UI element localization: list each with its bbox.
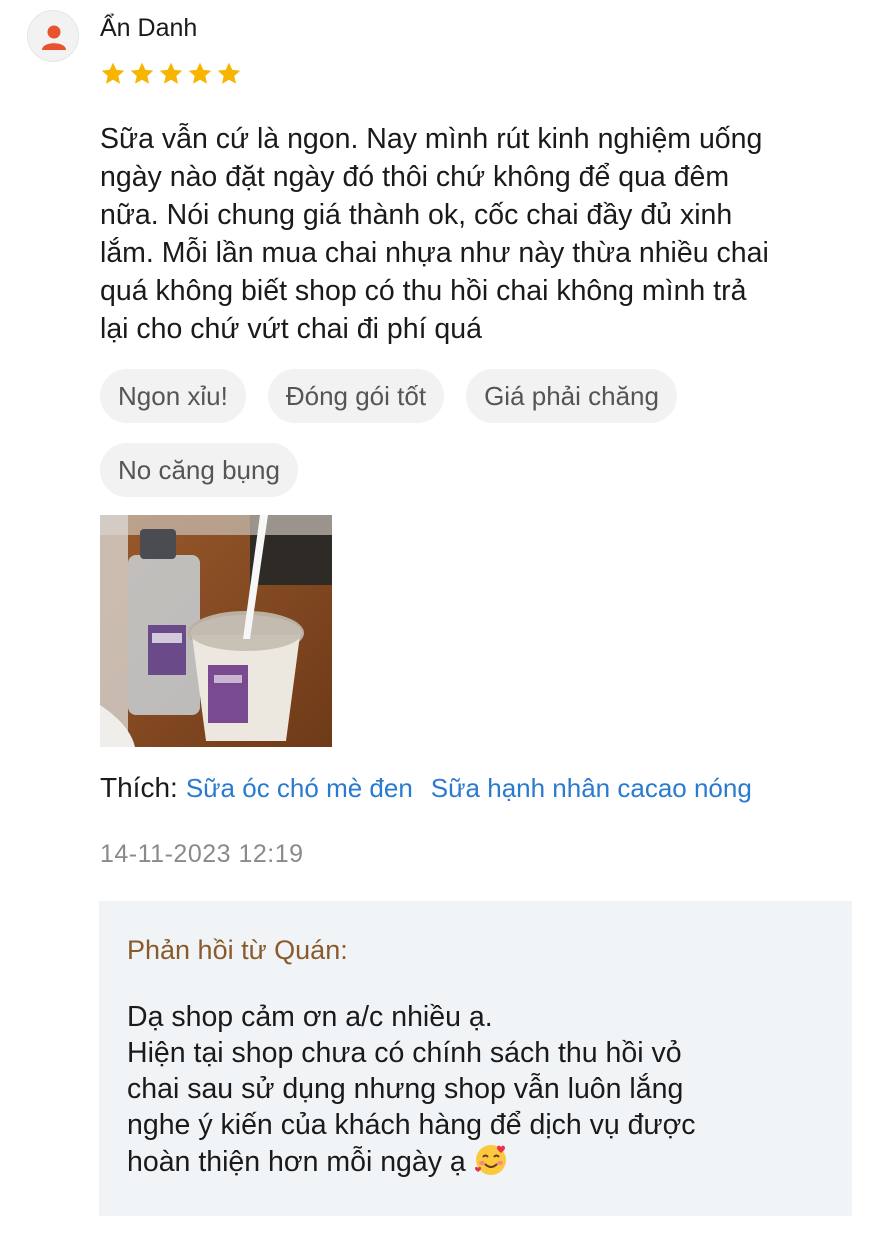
shop-reply: Phản hồi từ Quán: Dạ shop cảm ơn a/c nhi…: [99, 901, 852, 1216]
user-icon: [42, 25, 66, 50]
review-tag: No căng bụng: [100, 443, 298, 497]
star-icon: [188, 62, 212, 84]
liked-items-row: Thích: Sữa óc chó mè đen Sữa hạnh nhân cac…: [100, 772, 752, 804]
review-tag: Đóng gói tốt: [267, 369, 445, 423]
review-text: Sữa vẫn cứ là ngon. Nay mình rút kinh ng…: [100, 123, 769, 345]
review-tag: Giá phải chăng: [466, 369, 677, 423]
reply-body: Dạ shop cảm ơn a/c nhiều ạ. Hiện tại sho…: [127, 1001, 696, 1178]
star-icon: [217, 62, 241, 84]
review-timestamp: 14-11-2023 12:19: [100, 840, 304, 868]
reply-title: Phản hồi từ Quán:: [127, 935, 348, 965]
rating-stars: [100, 61, 242, 87]
star-icon: [101, 62, 125, 84]
avatar[interactable]: [27, 10, 79, 62]
review-photo[interactable]: [100, 515, 332, 747]
reply-text: Dạ shop cảm ơn a/c nhiều ạ. Hiện tại sho…: [127, 999, 827, 1186]
liked-item-link[interactable]: Sữa hạnh nhân cacao nóng: [431, 773, 752, 803]
star-icon: [159, 62, 183, 84]
liked-item-link[interactable]: Sữa óc chó mè đen: [186, 773, 413, 803]
review-tag: Ngon xỉu!: [100, 369, 246, 423]
likes-label: Thích:: [100, 772, 178, 803]
star-icon: [130, 62, 154, 84]
review-tags: Ngon xỉu! Đóng gói tốt Giá phải chăng No…: [100, 369, 840, 497]
username[interactable]: Ẩn Danh: [100, 14, 197, 43]
smiling-face-with-hearts-icon: [474, 1143, 508, 1186]
